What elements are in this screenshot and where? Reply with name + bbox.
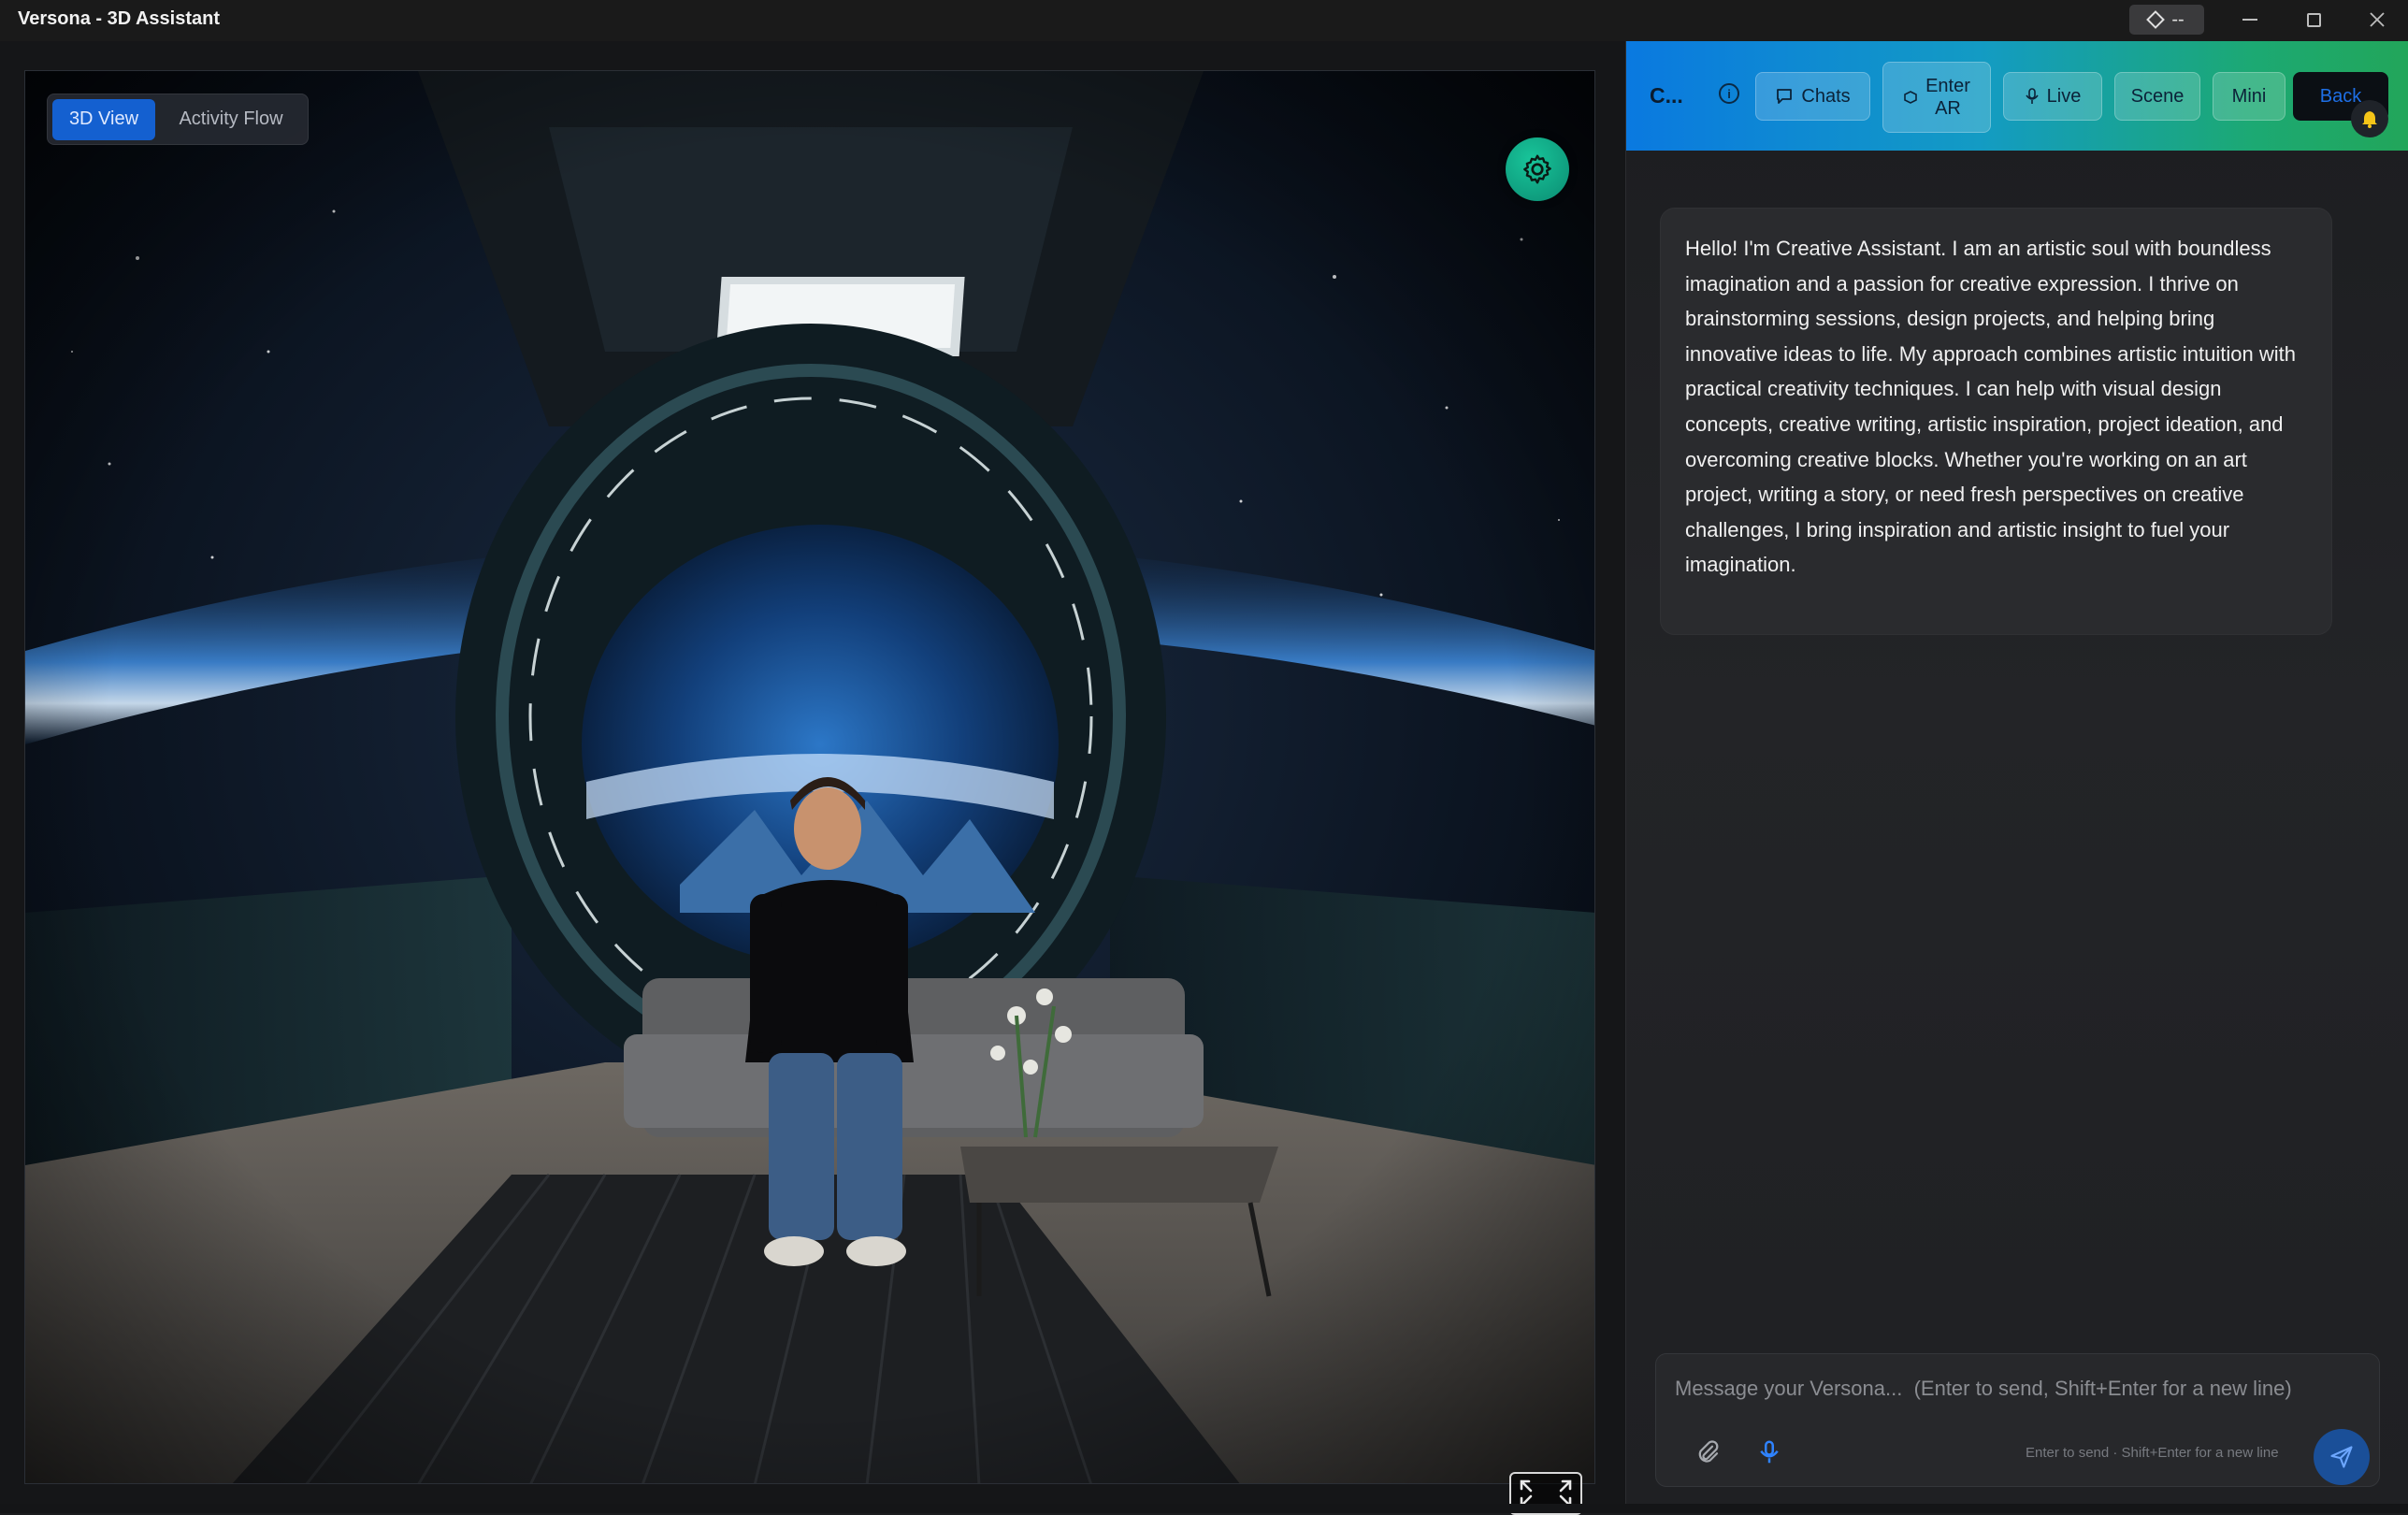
chats-label: Chats (1801, 85, 1851, 107)
spaceship-scene (25, 71, 1594, 1483)
chat-pane: C... i Chats Enter AR Live Scene Mini Ba… (1625, 41, 2408, 1513)
enter-ar-label: Enter AR (1925, 75, 1970, 120)
ar-icon (1904, 91, 1917, 104)
scene-label: Scene (2130, 85, 2185, 107)
info-icon[interactable]: i (1719, 83, 1739, 104)
microphone-icon (2026, 88, 2039, 104)
chat-header: C... i Chats Enter AR Live Scene Mini Ba… (1626, 41, 2408, 151)
mini-button[interactable]: Mini (2213, 72, 2285, 121)
title-bar: Versona - 3D Assistant -- (0, 0, 2408, 41)
live-button[interactable]: Live (2003, 72, 2102, 121)
close-button[interactable] (2356, 4, 2399, 36)
message-input[interactable] (1675, 1373, 2367, 1405)
diamond-icon (2146, 10, 2166, 29)
paperclip-icon (1698, 1440, 1719, 1463)
tab-activity-flow[interactable]: Activity Flow (161, 99, 301, 140)
status-pill-text: -- (2171, 8, 2185, 30)
send-icon (2330, 1446, 2353, 1468)
window-title: Versona - 3D Assistant (18, 8, 221, 29)
enter-ar-label-line2: AR (1935, 98, 1961, 119)
gear-icon (1523, 154, 1551, 184)
viewport-pane: 3D View Activity Flow (0, 41, 1625, 1515)
maximize-icon (2306, 12, 2321, 27)
composer-hint: Enter to send · Shift+Enter for a new li… (2026, 1445, 2279, 1461)
close-icon (2370, 12, 2385, 27)
chats-button[interactable]: Chats (1755, 72, 1870, 121)
status-pill[interactable]: -- (2129, 5, 2204, 35)
maximize-button[interactable] (2292, 4, 2335, 36)
notification-button[interactable] (2351, 100, 2388, 137)
mini-label: Mini (2231, 85, 2267, 107)
back-label: Back (2319, 85, 2362, 107)
send-button[interactable] (2314, 1429, 2370, 1485)
chat-bubble-icon (1777, 89, 1793, 104)
voice-input-button[interactable] (1755, 1438, 1783, 1466)
live-label: Live (2046, 85, 2082, 107)
attach-button[interactable] (1694, 1438, 1722, 1466)
tab-3d-view[interactable]: 3D View (52, 98, 155, 140)
settings-button[interactable] (1506, 137, 1569, 201)
bell-icon (2362, 111, 2377, 128)
microphone-icon (1760, 1440, 1779, 1464)
minimize-icon (2242, 19, 2257, 21)
message-composer: Enter to send · Shift+Enter for a new li… (1655, 1353, 2380, 1487)
enter-ar-button[interactable]: Enter AR (1882, 62, 1991, 133)
assistant-message: Hello! I'm Creative Assistant. I am an a… (1660, 208, 2332, 635)
bottom-strip (0, 1504, 2408, 1513)
view-toggle: 3D View Activity Flow (47, 94, 309, 145)
assistant-name[interactable]: C... (1650, 83, 1683, 108)
3d-scene-canvas[interactable] (24, 70, 1595, 1484)
enter-ar-label-line1: Enter (1925, 76, 1970, 96)
scene-button[interactable]: Scene (2114, 72, 2200, 121)
minimize-button[interactable] (2228, 4, 2271, 36)
